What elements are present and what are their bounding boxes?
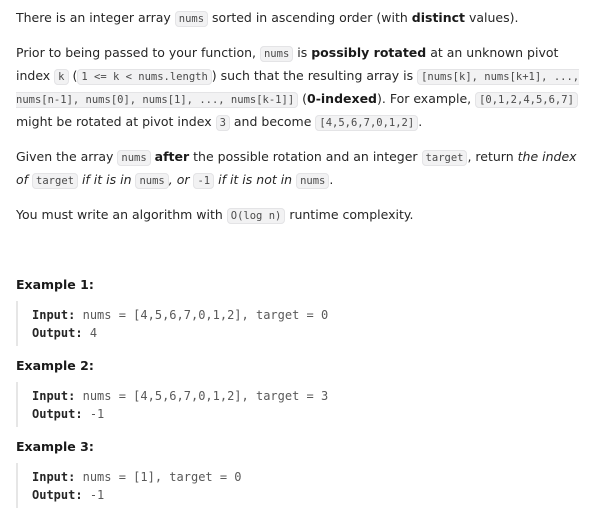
text-span: . (418, 114, 423, 129)
bold-text: distinct (411, 10, 465, 25)
input-value: nums = [4,5,6,7,0,1,2], target = 0 (82, 308, 329, 322)
inline-code: nums (174, 11, 209, 27)
input-label: Input: (32, 389, 76, 403)
input-label: Input: (32, 308, 76, 322)
example-input-line: Input: nums = [4,5,6,7,0,1,2], target = … (32, 306, 582, 324)
output-value: -1 (89, 407, 105, 421)
text-span: Given the array (16, 149, 118, 164)
text-span: . (329, 172, 334, 187)
inline-code: 3 (215, 115, 230, 131)
inline-code: 1 <= k < nums.length (77, 69, 212, 85)
inline-code: k (54, 69, 69, 85)
input-value: nums = [1], target = 0 (82, 470, 242, 484)
input-value: nums = [4,5,6,7,0,1,2], target = 3 (82, 389, 329, 403)
output-label: Output: (32, 488, 83, 502)
italic-text: if it is not in (214, 172, 297, 187)
italic-text: if it is in (77, 172, 136, 187)
input-label: Input: (32, 470, 76, 484)
bold-text: possibly rotated (311, 45, 427, 60)
inline-code: nums (117, 150, 151, 166)
inline-code: target (421, 150, 468, 166)
text-span: values). (465, 10, 519, 25)
example-input-line: Input: nums = [4,5,6,7,0,1,2], target = … (32, 387, 582, 405)
task-paragraph: Given the array nums after the possible … (16, 146, 582, 192)
italic-text: , or (168, 172, 194, 187)
complexity-paragraph: You must write an algorithm with O(log n… (16, 204, 582, 227)
text-span: might be rotated at pivot index (16, 114, 216, 129)
text-span: Prior to being passed to your function, (16, 45, 260, 60)
text-span: runtime complexity. (285, 207, 414, 222)
text-span: ). For example, (377, 91, 476, 106)
problem-description: There is an integer array nums sorted in… (0, 0, 592, 508)
text-span: There is an integer array (16, 10, 175, 25)
example-input-line: Input: nums = [1], target = 0 (32, 468, 582, 486)
example-output-line: Output: 4 (32, 324, 582, 342)
output-value: 4 (89, 326, 98, 340)
text-span: and become (229, 114, 316, 129)
inline-code: nums (135, 173, 169, 189)
intro-paragraph: There is an integer array nums sorted in… (16, 7, 582, 30)
output-label: Output: (32, 407, 83, 421)
inline-code: nums (296, 173, 330, 189)
inline-code: target (32, 173, 78, 189)
example-2-block: Input: nums = [4,5,6,7,0,1,2], target = … (16, 382, 582, 427)
example-1-block: Input: nums = [4,5,6,7,0,1,2], target = … (16, 301, 582, 346)
rotation-paragraph: Prior to being passed to your function, … (16, 42, 582, 134)
example-3-title: Example 3: (16, 439, 94, 454)
text-span: ( (298, 91, 308, 106)
text-span: the possible rotation and an integer (189, 149, 422, 164)
inline-code: [4,5,6,7,0,1,2] (315, 115, 419, 131)
text-span: ) such that the resulting array is (211, 68, 418, 83)
inline-code: O(log n) (226, 208, 286, 224)
example-output-line: Output: -1 (32, 486, 582, 504)
inline-code: -1 (193, 173, 215, 189)
output-value: -1 (89, 488, 105, 502)
text-span: You must write an algorithm with (16, 207, 227, 222)
output-label: Output: (32, 326, 83, 340)
text-span: , return (467, 149, 518, 164)
example-2-title: Example 2: (16, 358, 94, 373)
bold-text: after (154, 149, 190, 164)
inline-code: nums (259, 46, 294, 62)
inline-code: [0,1,2,4,5,6,7] (475, 92, 578, 108)
example-output-line: Output: -1 (32, 405, 582, 423)
example-1-title: Example 1: (16, 277, 94, 292)
text-span: sorted in ascending order (with (208, 10, 412, 25)
text-span: is (293, 45, 312, 60)
bold-text: 0-indexed (307, 91, 377, 106)
